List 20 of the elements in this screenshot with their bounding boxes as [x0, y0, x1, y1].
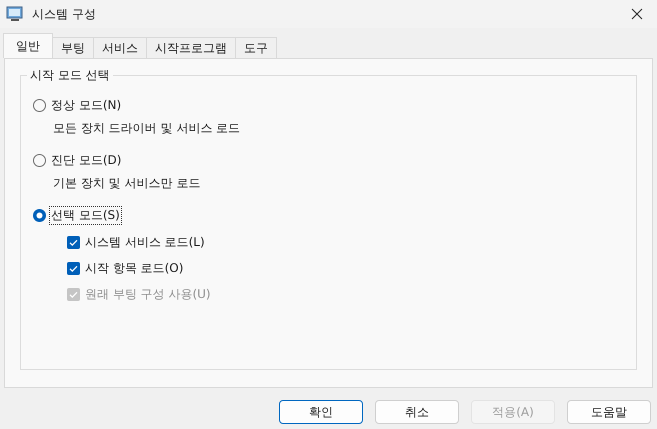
mode-description: 기본 장치 및 서비스만 로드	[53, 175, 202, 192]
group-title: 시작 모드 선택	[27, 67, 113, 84]
monitor-icon	[6, 6, 24, 22]
window-title: 시스템 구성	[32, 6, 97, 22]
checkbox[interactable]	[67, 236, 80, 248]
tab[interactable]: 일반	[3, 33, 53, 58]
dialog-button[interactable]: 확인	[279, 400, 363, 424]
tab[interactable]: 도구	[235, 37, 277, 58]
radio-button[interactable]	[33, 98, 46, 112]
dialog-button[interactable]: 취소	[375, 400, 459, 424]
checkbox[interactable]	[67, 262, 80, 274]
radio-label[interactable]: 진단 모드(D)	[49, 150, 124, 170]
checkbox-label[interactable]: 시작 항목 로드(O)	[85, 260, 184, 276]
radio-button[interactable]	[33, 154, 46, 166]
radio-button[interactable]	[33, 208, 46, 222]
radio-label[interactable]: 선택 모드(S)	[49, 206, 122, 224]
mode-description: 모든 장치 드라이버 및 서비스 로드	[53, 120, 242, 137]
dialog-button[interactable]: 도움말	[567, 400, 651, 424]
checkbox-label[interactable]: 시스템 서비스 로드(L)	[85, 234, 205, 250]
radio-label[interactable]: 정상 모드(N)	[49, 96, 124, 114]
